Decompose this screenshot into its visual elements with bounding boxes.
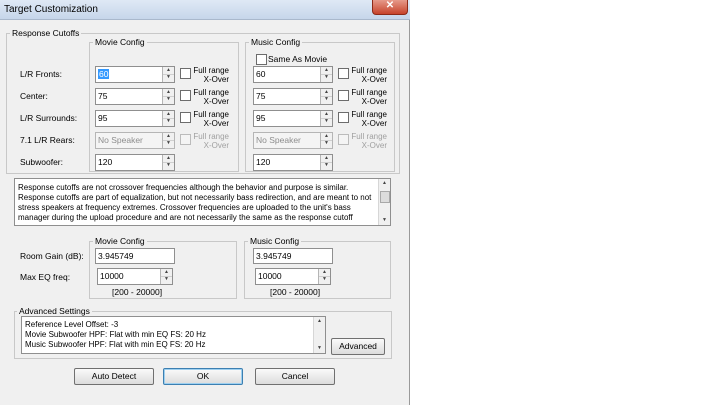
music-center-fullrange-label: Full range X-Over xyxy=(351,88,387,106)
spin-down-icon[interactable]: ▼ xyxy=(321,96,332,103)
movie-max-eq-value: 10000 xyxy=(100,271,124,281)
response-cutoffs-label: Response Cutoffs xyxy=(10,28,82,38)
scroll-down-icon[interactable]: ▼ xyxy=(379,216,390,225)
advanced-settings-textbox[interactable]: Reference Level Offset: -3 Movie Subwoof… xyxy=(21,316,326,354)
ok-button[interactable]: OK xyxy=(163,368,243,385)
music-config-label: Music Config xyxy=(249,37,303,47)
music-subwoofer-value: 120 xyxy=(256,157,271,167)
music-rears-fullrange-label: Full range X-Over xyxy=(351,132,387,150)
movie-room-gain-input[interactable]: 3.945749 xyxy=(95,248,175,264)
movie-rears-value: No Speaker xyxy=(98,135,143,145)
lr-surrounds-label: L/R Surrounds: xyxy=(20,113,78,123)
description-line: stress speakers at frequency extremes. C… xyxy=(18,203,351,212)
close-icon: ✕ xyxy=(385,0,395,11)
movie-lr-surrounds-spinner[interactable]: 95 ▲ ▼ xyxy=(95,110,175,127)
movie-lr-fronts-fullrange-checkbox[interactable] xyxy=(180,68,191,79)
spin-down-icon[interactable]: ▼ xyxy=(163,96,174,103)
movie-center-fullrange-checkbox[interactable] xyxy=(180,90,191,101)
description-line: manager during the upload procedure and … xyxy=(18,213,353,222)
movie-max-eq-spinner[interactable]: 10000 ▲ ▼ xyxy=(97,268,173,285)
same-as-movie-label: Same As Movie xyxy=(268,54,328,64)
cancel-button[interactable]: Cancel xyxy=(255,368,335,385)
spin-down-icon[interactable]: ▼ xyxy=(163,118,174,125)
advanced-line: Music Subwoofer HPF: Flat with min EQ FS… xyxy=(25,340,206,349)
room-movie-config-label: Movie Config xyxy=(93,236,147,246)
music-lr-fronts-fullrange-label: Full range X-Over xyxy=(351,66,387,84)
music-center-spinner[interactable]: 75 ▲ ▼ xyxy=(253,88,333,105)
music-center-fullrange-checkbox[interactable] xyxy=(338,90,349,101)
music-lr-surrounds-fullrange-label: Full range X-Over xyxy=(351,110,387,128)
spin-down-icon[interactable]: ▼ xyxy=(321,118,332,125)
auto-detect-button[interactable]: Auto Detect xyxy=(74,368,154,385)
description-line: Response cutoffs are not crossover frequ… xyxy=(18,183,349,192)
scroll-thumb[interactable] xyxy=(380,191,390,203)
room-music-config-label: Music Config xyxy=(248,236,302,246)
movie-lr-fronts-value: 60 xyxy=(98,69,110,79)
spin-down-icon[interactable]: ▼ xyxy=(161,276,172,283)
center-label: Center: xyxy=(20,91,48,101)
music-rears-fullrange-checkbox xyxy=(338,134,349,145)
advanced-settings-label: Advanced Settings xyxy=(17,306,92,316)
music-subwoofer-spinner[interactable]: 120 ▲ ▼ xyxy=(253,154,333,171)
spin-down-icon[interactable]: ▼ xyxy=(319,276,330,283)
scroll-up-icon[interactable]: ▲ xyxy=(314,317,325,326)
max-eq-label: Max EQ freq: xyxy=(20,272,71,282)
movie-subwoofer-spinner[interactable]: 120 ▲ ▼ xyxy=(95,154,175,171)
advanced-line: Reference Level Offset: -3 xyxy=(25,320,119,329)
movie-config-label: Movie Config xyxy=(93,37,147,47)
lr-fronts-label: L/R Fronts: xyxy=(20,69,63,79)
music-lr-fronts-spinner[interactable]: 60 ▲ ▼ xyxy=(253,66,333,83)
subwoofer-label: Subwoofer: xyxy=(20,157,63,167)
target-customization-window: Target Customization ✕ Response Cutoffs … xyxy=(0,0,410,405)
movie-center-spinner[interactable]: 75 ▲ ▼ xyxy=(95,88,175,105)
music-lr-fronts-fullrange-checkbox[interactable] xyxy=(338,68,349,79)
music-lr-fronts-value: 60 xyxy=(256,69,266,79)
scroll-up-icon[interactable]: ▲ xyxy=(379,179,390,188)
spin-down-icon[interactable]: ▼ xyxy=(163,74,174,81)
music-max-eq-spinner[interactable]: 10000 ▲ ▼ xyxy=(255,268,331,285)
music-rears-value: No Speaker xyxy=(256,135,301,145)
music-eq-range-label: [200 - 20000] xyxy=(270,287,321,297)
description-textbox[interactable]: Response cutoffs are not crossover frequ… xyxy=(14,178,391,226)
spin-down-icon[interactable]: ▼ xyxy=(163,162,174,169)
movie-lr-surrounds-value: 95 xyxy=(98,113,108,123)
music-lr-surrounds-fullrange-checkbox[interactable] xyxy=(338,112,349,123)
description-line: Response cutoffs are part of equalizatio… xyxy=(18,193,372,202)
same-as-movie-checkbox[interactable] xyxy=(256,54,267,65)
advanced-scrollbar[interactable]: ▲ ▼ xyxy=(313,317,325,353)
music-room-gain-input[interactable]: 3.945749 xyxy=(253,248,333,264)
music-max-eq-value: 10000 xyxy=(258,271,282,281)
spin-down-icon[interactable]: ▼ xyxy=(321,74,332,81)
movie-lr-surrounds-fullrange-label: Full range X-Over xyxy=(193,110,229,128)
advanced-button[interactable]: Advanced xyxy=(331,338,385,355)
window-title: Target Customization xyxy=(4,4,98,15)
movie-rears-fullrange-checkbox xyxy=(180,134,191,145)
movie-rears-spinner: No Speaker ▲ ▼ xyxy=(95,132,175,149)
rears-label: 7.1 L/R Rears: xyxy=(20,135,75,145)
movie-subwoofer-value: 120 xyxy=(98,157,113,167)
spin-down-icon[interactable]: ▼ xyxy=(321,162,332,169)
movie-lr-fronts-spinner[interactable]: 60 ▲ ▼ xyxy=(95,66,175,83)
room-gain-label: Room Gain (dB): xyxy=(20,251,84,261)
movie-lr-surrounds-fullrange-checkbox[interactable] xyxy=(180,112,191,123)
spin-down-icon: ▼ xyxy=(324,140,329,146)
movie-rears-fullrange-label: Full range X-Over xyxy=(193,132,229,150)
description-scrollbar[interactable]: ▲ ▼ xyxy=(378,179,390,225)
scroll-down-icon[interactable]: ▼ xyxy=(314,344,325,353)
movie-config-group xyxy=(89,42,239,172)
movie-center-value: 75 xyxy=(98,91,108,101)
close-button[interactable]: ✕ xyxy=(372,0,408,15)
music-center-value: 75 xyxy=(256,91,266,101)
music-rears-spinner: No Speaker ▲ ▼ xyxy=(253,132,333,149)
spin-down-icon: ▼ xyxy=(166,140,171,146)
movie-lr-fronts-fullrange-label: Full range X-Over xyxy=(193,66,229,84)
music-lr-surrounds-value: 95 xyxy=(256,113,266,123)
movie-eq-range-label: [200 - 20000] xyxy=(112,287,163,297)
music-lr-surrounds-spinner[interactable]: 95 ▲ ▼ xyxy=(253,110,333,127)
title-bar[interactable]: Target Customization ✕ xyxy=(0,0,410,20)
advanced-line: Movie Subwoofer HPF: Flat with min EQ FS… xyxy=(25,330,206,339)
movie-center-fullrange-label: Full range X-Over xyxy=(193,88,229,106)
